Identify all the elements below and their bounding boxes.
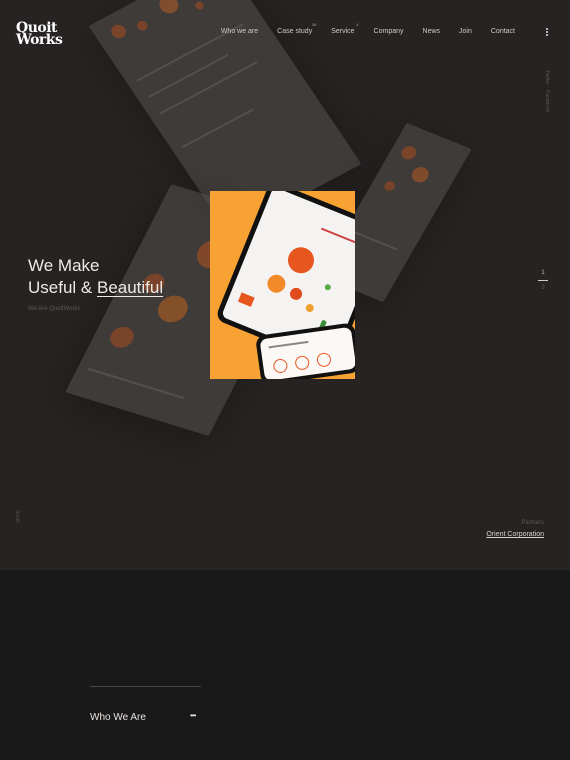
section-title: Who We Are bbox=[90, 712, 146, 723]
nav-service[interactable]: Service 4 bbox=[331, 22, 358, 35]
nav-label: Join bbox=[459, 28, 472, 35]
nav-join[interactable]: Join bbox=[459, 28, 472, 35]
facebook-link[interactable]: Facebook bbox=[544, 90, 550, 112]
partner-label: Partners bbox=[521, 520, 544, 526]
more-icon[interactable]: ••• bbox=[190, 711, 196, 720]
slide-counter[interactable]: 1 3 bbox=[537, 270, 549, 291]
logo-line: Works bbox=[16, 32, 63, 48]
nav-label: News bbox=[422, 28, 441, 35]
nav-label: Company bbox=[373, 28, 404, 35]
nav-label: Who we are bbox=[220, 28, 259, 35]
main-nav: Who we are Case study 34 Service 4 Company… bbox=[221, 22, 515, 35]
nav-count: 4 bbox=[356, 22, 359, 27]
nav-news[interactable]: News bbox=[423, 28, 441, 35]
who-we-are-section: Who We Are ••• bbox=[0, 570, 570, 760]
hero-title-line1: We Make bbox=[28, 256, 100, 275]
hero-title-line2: Useful & bbox=[28, 278, 97, 297]
more-menu-icon[interactable] bbox=[544, 28, 550, 38]
partner-link[interactable]: Orient Corporation bbox=[486, 531, 544, 538]
nav-count: 34 bbox=[311, 22, 317, 27]
hero-section: Quoit Works Who we are Case study 34 Serv… bbox=[0, 0, 570, 570]
nav-label: Service bbox=[331, 28, 355, 35]
nav-label: Contact bbox=[490, 28, 515, 35]
hero-title-highlight: Beautiful bbox=[96, 278, 164, 297]
twitter-link[interactable]: Twitter bbox=[544, 70, 550, 85]
nav-label: Case study bbox=[277, 28, 313, 35]
hero-title: We Make Useful & Beautiful bbox=[28, 255, 163, 299]
nav-contact[interactable]: Contact bbox=[491, 28, 515, 35]
nav-who-we-are[interactable]: Who we are bbox=[221, 28, 258, 35]
nav-case-study[interactable]: Case study 34 bbox=[277, 22, 316, 35]
hero-subtitle: We Are QuoitWorks bbox=[28, 306, 81, 312]
logo[interactable]: Quoit Works bbox=[16, 21, 63, 48]
section-divider bbox=[90, 686, 201, 687]
social-links: Twitter Facebook bbox=[542, 70, 552, 112]
slide-total: 3 bbox=[541, 285, 545, 291]
scroll-indicator[interactable]: Scroll bbox=[14, 510, 20, 523]
slide-current: 1 bbox=[541, 270, 545, 276]
nav-company[interactable]: Company bbox=[374, 28, 404, 35]
featured-case-image[interactable] bbox=[210, 191, 355, 379]
